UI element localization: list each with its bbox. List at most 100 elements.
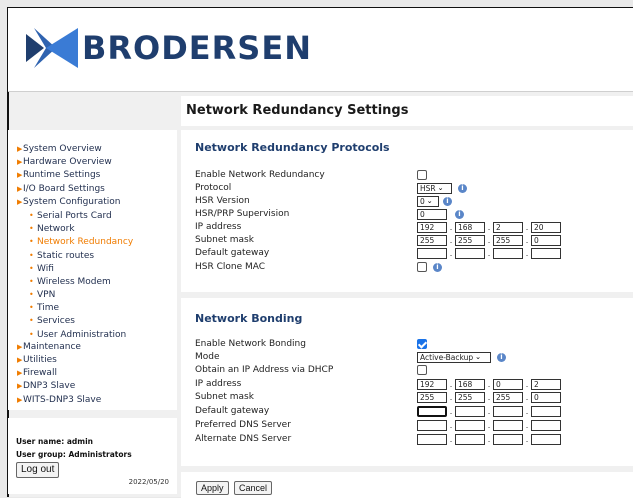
sidebar-item-static-routes[interactable]: • Static routes	[17, 249, 133, 262]
dhcp-checkbox[interactable]	[417, 365, 427, 375]
ip-octet-1[interactable]: 192	[417, 221, 447, 233]
bond-mask-octet-2[interactable]: 255	[455, 391, 485, 403]
supervision-label: HSR/PRP Supervision	[195, 209, 290, 219]
dns2-octet-1[interactable]	[417, 433, 447, 445]
sidebar-item-time[interactable]: • Time	[17, 301, 133, 314]
bonding-title: Network Bonding	[195, 312, 303, 325]
dhcp-label: Obtain an IP Address via DHCP	[195, 365, 334, 375]
protocol-label: Protocol	[195, 183, 232, 193]
ip-octet-3[interactable]: 2	[493, 221, 523, 233]
bond-mask-octet-1[interactable]: 255	[417, 391, 447, 403]
dns2-input: . . .	[417, 433, 561, 445]
info-icon[interactable]: i	[455, 209, 464, 219]
bond-ip-octet-2[interactable]: 168	[455, 378, 485, 390]
sidebar-item-label: DNP3 Slave	[23, 381, 76, 392]
chevron-down-icon: ⌄	[475, 352, 482, 361]
mask-octet-2[interactable]: 255	[455, 234, 485, 246]
mask-octet-3[interactable]: 255	[493, 234, 523, 246]
sidebar-item-wits-dnp3-slave[interactable]: ▶WITS-DNP3 Slave	[17, 394, 133, 407]
apply-button[interactable]: Apply	[196, 481, 229, 495]
build-date: 2022/05/20	[128, 478, 169, 486]
dns1-octet-3[interactable]	[493, 419, 523, 431]
gateway-octet-2[interactable]	[455, 247, 485, 259]
sidebar-item-label: Firewall	[23, 368, 57, 379]
sidebar-item-dnp3-slave[interactable]: ▶DNP3 Slave	[17, 380, 133, 393]
supervision-input[interactable]: 0	[417, 208, 447, 220]
bullet-icon: •	[29, 250, 34, 260]
dns1-octet-4[interactable]	[531, 419, 561, 431]
bond-gateway-octet-1[interactable]	[417, 405, 447, 417]
sidebar-item-hardware-overview[interactable]: ▶Hardware Overview	[17, 156, 133, 169]
bond-gateway-input: . . .	[417, 405, 561, 417]
bullet-icon: •	[29, 329, 34, 339]
dns2-octet-3[interactable]	[493, 433, 523, 445]
sidebar-item-wifi[interactable]: • Wifi	[17, 262, 133, 275]
dns2-octet-4[interactable]	[531, 433, 561, 445]
info-icon[interactable]: i	[443, 196, 452, 206]
sidebar-item-utilities[interactable]: ▶Utilities	[17, 354, 133, 367]
sidebar-item-services[interactable]: • Services	[17, 314, 133, 327]
sidebar-item-system-configuration[interactable]: ▶System Configuration	[17, 196, 133, 209]
page-title: Network Redundancy Settings	[186, 103, 409, 118]
dns1-octet-2[interactable]	[455, 419, 485, 431]
protocol-select[interactable]: HSR ⌄	[417, 182, 452, 194]
gateway-octet-1[interactable]	[417, 247, 447, 259]
sidebar-item-network[interactable]: • Network	[17, 222, 133, 235]
logout-button[interactable]: Log out	[16, 462, 60, 478]
user-group: User group: Administrators	[16, 450, 132, 459]
protocol-value: HSR	[420, 183, 436, 193]
bond-ip-octet-1[interactable]: 192	[417, 378, 447, 390]
dns2-octet-2[interactable]	[455, 433, 485, 445]
bond-ip-label: IP address	[195, 379, 242, 389]
bond-mask-label: Subnet mask	[195, 392, 254, 402]
sidebar-item-label: System Configuration	[23, 196, 121, 207]
sidebar: ▶System Overview ▶Hardware Overview ▶Runti…	[8, 130, 177, 410]
info-icon[interactable]: i	[497, 352, 506, 362]
mode-select[interactable]: Active-Backup ⌄	[417, 351, 491, 363]
bullet-icon: •	[29, 316, 34, 326]
gateway-octet-3[interactable]	[493, 247, 523, 259]
sidebar-item-system-overview[interactable]: ▶System Overview	[17, 143, 133, 156]
sidebar-item-label: Network Redundancy	[37, 237, 134, 248]
sidebar-item-runtime-settings[interactable]: ▶Runtime Settings	[17, 169, 133, 182]
sidebar-item-firewall[interactable]: ▶Firewall	[17, 367, 133, 380]
info-icon[interactable]: i	[433, 262, 442, 272]
sidebar-item-label: User Administration	[37, 329, 127, 340]
sidebar-item-wireless-modem[interactable]: • Wireless Modem	[17, 275, 133, 288]
ip-octet-4[interactable]: 20	[531, 221, 561, 233]
hsr-version-select[interactable]: 0 ⌄	[417, 195, 439, 207]
header: BRODERSEN	[8, 8, 633, 92]
bond-mask-octet-4[interactable]: 0	[531, 391, 561, 403]
gateway-octet-4[interactable]	[531, 247, 561, 259]
enable-redundancy-checkbox[interactable]	[417, 170, 427, 180]
sidebar-item-maintenance[interactable]: ▶Maintenance	[17, 341, 133, 354]
bond-ip-octet-3[interactable]: 0	[493, 378, 523, 390]
sidebar-item-serial-ports-card[interactable]: • Serial Ports Card	[17, 209, 133, 222]
brand-name: BRODERSEN	[82, 29, 312, 67]
bond-mask-octet-3[interactable]: 255	[493, 391, 523, 403]
bullet-icon: •	[29, 290, 34, 300]
bullet-icon: •	[29, 303, 34, 313]
bond-gateway-octet-2[interactable]	[455, 405, 485, 417]
user-box: User name: admin User group: Administrat…	[8, 418, 177, 494]
sidebar-item-vpn[interactable]: • VPN	[17, 288, 133, 301]
mode-label: Mode	[195, 352, 220, 362]
bond-gateway-octet-4[interactable]	[531, 405, 561, 417]
sidebar-item-label: Serial Ports Card	[37, 210, 112, 221]
ip-address-label: IP address	[195, 222, 242, 232]
mask-octet-1[interactable]: 255	[417, 234, 447, 246]
brodersen-logo-icon	[26, 28, 78, 68]
sidebar-item-i-o-board-settings[interactable]: ▶I/O Board Settings	[17, 183, 133, 196]
info-icon[interactable]: i	[458, 183, 467, 193]
enable-bonding-checkbox[interactable]	[417, 339, 427, 349]
cancel-button[interactable]: Cancel	[234, 481, 273, 495]
sidebar-item-network-redundancy[interactable]: • Network Redundancy	[17, 235, 133, 248]
dns1-octet-1[interactable]	[417, 419, 447, 431]
mask-octet-4[interactable]: 0	[531, 234, 561, 246]
chevron-down-icon: ⌄	[426, 196, 433, 205]
bond-gateway-octet-3[interactable]	[493, 405, 523, 417]
clone-mac-checkbox[interactable]	[417, 262, 427, 272]
bond-ip-octet-4[interactable]: 2	[531, 378, 561, 390]
sidebar-item-user-administration[interactable]: • User Administration	[17, 328, 133, 341]
ip-octet-2[interactable]: 168	[455, 221, 485, 233]
